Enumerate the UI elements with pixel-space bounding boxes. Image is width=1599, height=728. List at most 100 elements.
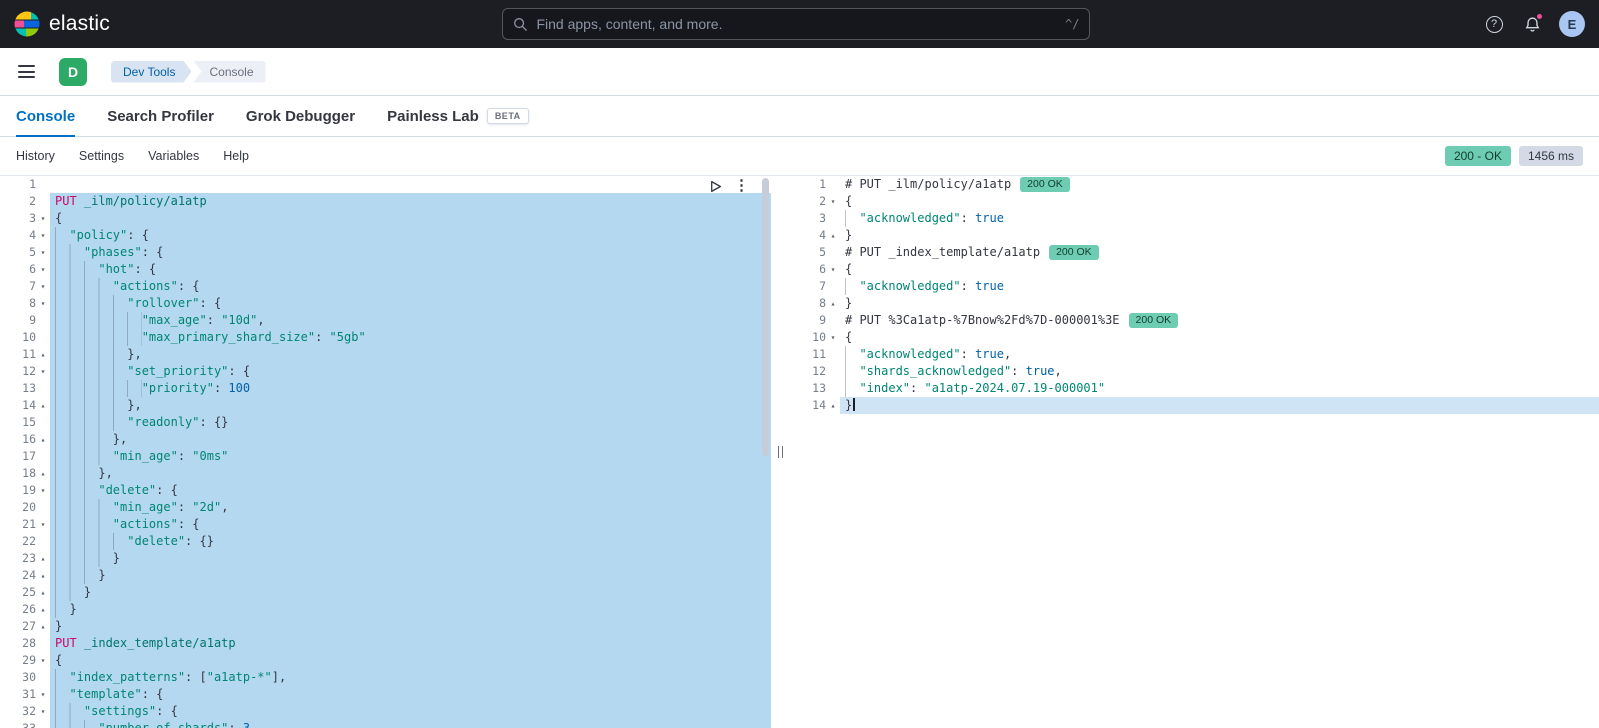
fold-toggle-icon[interactable]: ▾ [36,482,50,499]
elastic-home-link[interactable]: elastic [14,11,110,37]
code-line[interactable]: 4▾ "policy": { [0,227,771,244]
send-request-button[interactable] [709,180,722,193]
code-line[interactable]: 1# PUT _ilm/policy/a1atp200 OK [790,176,1599,193]
fold-toggle-icon[interactable]: ▾ [36,703,50,720]
inline-status-badge: 200 OK [1049,245,1099,260]
settings-button[interactable]: Settings [79,149,124,163]
code-line[interactable]: 5▾ "phases": { [0,244,771,261]
code-line[interactable]: 20 "min_age": "2d", [0,499,771,516]
code-line[interactable]: 15 "readonly": {} [0,414,771,431]
space-avatar[interactable]: D [59,58,87,86]
code-line[interactable]: 8▴} [790,295,1599,312]
code-line[interactable]: 17 "min_age": "0ms" [0,448,771,465]
fold-toggle-icon[interactable]: ▴ [36,601,50,618]
variables-button[interactable]: Variables [148,149,199,163]
code-line[interactable]: 19▾ "delete": { [0,482,771,499]
fold-toggle-icon[interactable]: ▾ [36,227,50,244]
code-line[interactable]: 25▴ } [0,584,771,601]
global-search-input[interactable] [536,16,1057,32]
fold-toggle-icon[interactable]: ▴ [36,465,50,482]
fold-toggle-icon[interactable]: ▾ [826,261,840,278]
code-line[interactable]: 29▾{ [0,652,771,669]
fold-toggle-icon[interactable]: ▴ [826,397,840,414]
fold-toggle-icon[interactable]: ▴ [826,227,840,244]
request-editor[interactable]: 12PUT _ilm/policy/a1atp3▾{4▾ "policy": {… [0,176,771,728]
code-line[interactable]: 3 "acknowledged": true [790,210,1599,227]
code-line[interactable]: 3▾{ [0,210,771,227]
global-search[interactable]: ^/ [502,8,1090,40]
pane-resizer[interactable] [771,176,790,728]
fold-toggle-icon[interactable]: ▴ [36,346,50,363]
code-line[interactable]: 18▴ }, [0,465,771,482]
code-line[interactable]: 6▾ "hot": { [0,261,771,278]
code-line[interactable]: 13 "index": "a1atp-2024.07.19-000001" [790,380,1599,397]
code-line[interactable]: 10▾{ [790,329,1599,346]
code-line[interactable]: 14▴ }, [0,397,771,414]
history-button[interactable]: History [16,149,55,163]
fold-toggle-icon[interactable]: ▴ [36,584,50,601]
fold-toggle-icon[interactable]: ▴ [36,431,50,448]
fold-toggle-icon[interactable]: ▾ [826,193,840,210]
help-button[interactable]: ? [1483,13,1505,35]
code-line[interactable]: 9 "max_age": "10d", [0,312,771,329]
fold-toggle-icon[interactable]: ▴ [36,550,50,567]
fold-toggle-icon[interactable]: ▾ [36,363,50,380]
code-line[interactable]: 6▾{ [790,261,1599,278]
code-line[interactable]: 9# PUT %3Ca1atp-%7Bnow%2Fd%7D-000001%3E2… [790,312,1599,329]
code-line[interactable]: 24▴ } [0,567,771,584]
request-options-button[interactable]: ⋮ [734,179,749,193]
code-line[interactable]: 31▾ "template": { [0,686,771,703]
tab-grok-debugger[interactable]: Grok Debugger [246,96,355,136]
user-avatar[interactable]: E [1559,11,1585,37]
tab-search-profiler[interactable]: Search Profiler [107,96,214,136]
code-line[interactable]: 14▴} [790,397,1599,414]
code-line[interactable]: 27▴} [0,618,771,635]
line-number: 11 [22,346,36,363]
fold-toggle-icon[interactable]: ▾ [826,329,840,346]
code-line[interactable]: 7▾ "actions": { [0,278,771,295]
code-line[interactable]: 16▴ }, [0,431,771,448]
tab-console[interactable]: Console [16,96,75,136]
fold-toggle-icon[interactable]: ▴ [826,295,840,312]
code-line[interactable]: 12 "shards_acknowledged": true, [790,363,1599,380]
response-viewer[interactable]: 1# PUT _ilm/policy/a1atp200 OK2▾{3 "ackn… [790,176,1599,728]
notifications-button[interactable] [1521,13,1543,35]
code-line[interactable]: 11▴ }, [0,346,771,363]
fold-toggle-icon[interactable]: ▾ [36,278,50,295]
code-line[interactable]: 23▴ } [0,550,771,567]
code-line[interactable]: 33 "number_of_shards": 3, [0,720,771,728]
code-line[interactable]: 4▴} [790,227,1599,244]
code-line[interactable]: 26▴ } [0,601,771,618]
code-line[interactable]: 5# PUT _index_template/a1atp200 OK [790,244,1599,261]
code-line[interactable]: 11 "acknowledged": true, [790,346,1599,363]
code-line[interactable]: 10 "max_primary_shard_size": "5gb" [0,329,771,346]
code-line[interactable]: 7 "acknowledged": true [790,278,1599,295]
code-line[interactable]: 2PUT _ilm/policy/a1atp [0,193,771,210]
code-line[interactable]: 30 "index_patterns": ["a1atp-*"], [0,669,771,686]
breadcrumb-dev-tools[interactable]: Dev Tools [111,61,191,83]
code-line[interactable]: 21▾ "actions": { [0,516,771,533]
code-line[interactable]: 2▾{ [790,193,1599,210]
code-line[interactable]: 1 [0,176,771,193]
fold-toggle-icon[interactable]: ▾ [36,686,50,703]
fold-toggle-icon[interactable]: ▾ [36,295,50,312]
code-line[interactable]: 12▾ "set_priority": { [0,363,771,380]
fold-toggle-icon[interactable]: ▴ [36,397,50,414]
editor-scrollbar[interactable] [762,178,769,726]
scrollbar-thumb[interactable] [762,178,769,456]
fold-toggle-icon[interactable]: ▴ [36,618,50,635]
fold-toggle-icon[interactable]: ▾ [36,652,50,669]
main-menu-button[interactable] [16,61,37,82]
code-line[interactable]: 22 "delete": {} [0,533,771,550]
fold-toggle-icon[interactable]: ▾ [36,244,50,261]
code-line[interactable]: 32▾ "settings": { [0,703,771,720]
code-line[interactable]: 8▾ "rollover": { [0,295,771,312]
fold-toggle-icon[interactable]: ▴ [36,567,50,584]
code-line[interactable]: 28PUT _index_template/a1atp [0,635,771,652]
fold-toggle-icon[interactable]: ▾ [36,261,50,278]
fold-toggle-icon[interactable]: ▾ [36,516,50,533]
code-line[interactable]: 13 "priority": 100 [0,380,771,397]
tab-painless-lab[interactable]: Painless Lab BETA [387,96,529,136]
help-menu-button[interactable]: Help [223,149,249,163]
fold-toggle-icon[interactable]: ▾ [36,210,50,227]
